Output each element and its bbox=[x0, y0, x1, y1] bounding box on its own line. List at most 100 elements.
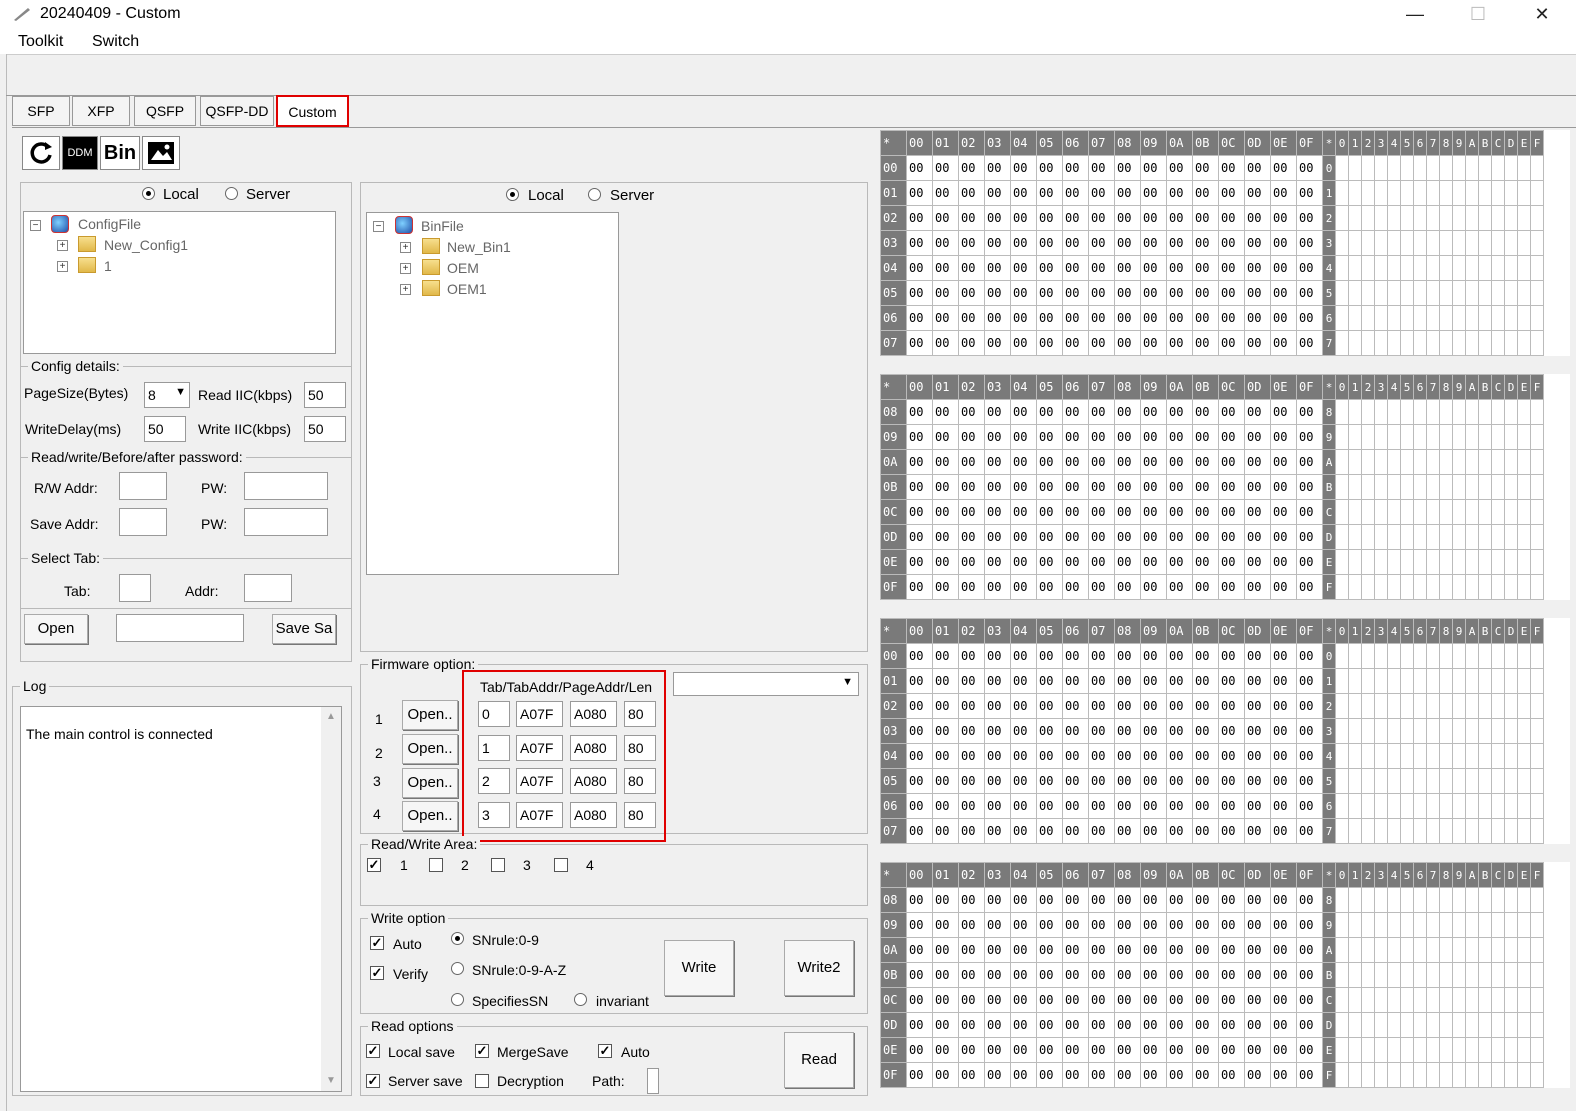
decryption-checkbox[interactable] bbox=[475, 1074, 489, 1088]
ascii-cell[interactable] bbox=[1530, 793, 1544, 819]
ascii-cell[interactable] bbox=[1478, 1037, 1492, 1063]
hex-cell[interactable]: 00 bbox=[1140, 1062, 1167, 1088]
tab-sfp[interactable]: SFP bbox=[12, 96, 70, 126]
ascii-cell[interactable] bbox=[1478, 1062, 1492, 1088]
scroll-up-icon[interactable]: ▲ bbox=[326, 711, 336, 722]
ascii-cell[interactable] bbox=[1491, 668, 1505, 694]
bin-root[interactable]: BinFile bbox=[421, 218, 464, 234]
hex-cell[interactable]: 00 bbox=[1166, 205, 1193, 231]
hex-cell[interactable]: 00 bbox=[1244, 230, 1271, 256]
hex-cell[interactable]: 00 bbox=[1244, 793, 1271, 819]
ascii-cell[interactable] bbox=[1335, 962, 1349, 988]
hex-cell[interactable]: 00 bbox=[984, 643, 1011, 669]
hex-cell[interactable]: 00 bbox=[1036, 424, 1063, 450]
ascii-cell[interactable] bbox=[1387, 205, 1401, 231]
ascii-cell[interactable] bbox=[1374, 912, 1388, 938]
ascii-cell[interactable] bbox=[1517, 668, 1531, 694]
hex-cell[interactable]: 00 bbox=[1166, 743, 1193, 769]
ascii-cell[interactable] bbox=[1387, 155, 1401, 181]
ascii-cell[interactable] bbox=[1465, 255, 1479, 281]
hex-cell[interactable]: 00 bbox=[1192, 743, 1219, 769]
ascii-cell[interactable] bbox=[1465, 549, 1479, 575]
ascii-cell[interactable] bbox=[1387, 818, 1401, 844]
ascii-cell[interactable] bbox=[1400, 693, 1414, 719]
hex-cell[interactable]: 00 bbox=[1270, 424, 1297, 450]
hex-cell[interactable]: 00 bbox=[1244, 280, 1271, 306]
hex-cell[interactable]: 00 bbox=[1166, 937, 1193, 963]
ascii-cell[interactable] bbox=[1400, 330, 1414, 356]
hex-cell[interactable]: 00 bbox=[1010, 449, 1037, 475]
ascii-cell[interactable] bbox=[1374, 180, 1388, 206]
area-3-checkbox[interactable] bbox=[491, 858, 505, 872]
ascii-cell[interactable] bbox=[1517, 987, 1531, 1013]
hex-cell[interactable]: 00 bbox=[932, 499, 959, 525]
hex-cell[interactable]: 00 bbox=[1270, 280, 1297, 306]
ascii-cell[interactable] bbox=[1465, 155, 1479, 181]
ascii-cell[interactable] bbox=[1426, 962, 1440, 988]
ascii-cell[interactable] bbox=[1400, 449, 1414, 475]
log-scrollbar[interactable]: ▲ ▼ bbox=[321, 707, 341, 1091]
ascii-cell[interactable] bbox=[1517, 524, 1531, 550]
ascii-cell[interactable] bbox=[1361, 155, 1375, 181]
hex-cell[interactable]: 00 bbox=[1218, 1037, 1245, 1063]
hex-cell[interactable]: 00 bbox=[1010, 399, 1037, 425]
hex-cell[interactable]: 00 bbox=[1166, 524, 1193, 550]
hex-cell[interactable]: 00 bbox=[1218, 887, 1245, 913]
ascii-cell[interactable] bbox=[1374, 793, 1388, 819]
ascii-cell[interactable] bbox=[1400, 793, 1414, 819]
ascii-cell[interactable] bbox=[1387, 987, 1401, 1013]
hex-cell[interactable]: 00 bbox=[1114, 962, 1141, 988]
save-addr-input[interactable] bbox=[119, 508, 167, 536]
hex-cell[interactable]: 00 bbox=[1244, 474, 1271, 500]
ascii-cell[interactable] bbox=[1374, 643, 1388, 669]
fw-len-input[interactable]: 80 bbox=[624, 735, 656, 761]
ascii-cell[interactable] bbox=[1413, 499, 1427, 525]
hex-cell[interactable]: 00 bbox=[958, 399, 985, 425]
ascii-cell[interactable] bbox=[1517, 793, 1531, 819]
hex-cell[interactable]: 00 bbox=[1192, 180, 1219, 206]
hex-cell[interactable]: 00 bbox=[906, 449, 933, 475]
hex-cell[interactable]: 00 bbox=[984, 549, 1011, 575]
ascii-cell[interactable] bbox=[1530, 693, 1544, 719]
hex-cell[interactable]: 00 bbox=[1192, 818, 1219, 844]
hex-cell[interactable]: 00 bbox=[1192, 1062, 1219, 1088]
ascii-cell[interactable] bbox=[1374, 549, 1388, 575]
ascii-cell[interactable] bbox=[1413, 280, 1427, 306]
hex-cell[interactable]: 00 bbox=[906, 768, 933, 794]
ascii-cell[interactable] bbox=[1400, 180, 1414, 206]
ascii-cell[interactable] bbox=[1387, 937, 1401, 963]
ascii-cell[interactable] bbox=[1348, 668, 1362, 694]
ascii-cell[interactable] bbox=[1335, 474, 1349, 500]
ascii-cell[interactable] bbox=[1478, 1012, 1492, 1038]
hex-cell[interactable]: 00 bbox=[984, 1012, 1011, 1038]
ascii-cell[interactable] bbox=[1374, 987, 1388, 1013]
hex-cell[interactable]: 00 bbox=[1010, 424, 1037, 450]
hex-cell[interactable]: 00 bbox=[1296, 1062, 1323, 1088]
hex-cell[interactable]: 00 bbox=[1218, 1012, 1245, 1038]
ascii-cell[interactable] bbox=[1517, 643, 1531, 669]
hex-cell[interactable]: 00 bbox=[958, 280, 985, 306]
ascii-cell[interactable] bbox=[1439, 549, 1453, 575]
ascii-cell[interactable] bbox=[1413, 718, 1427, 744]
ascii-cell[interactable] bbox=[1335, 524, 1349, 550]
hex-cell[interactable]: 00 bbox=[1036, 768, 1063, 794]
ascii-cell[interactable] bbox=[1348, 180, 1362, 206]
ascii-cell[interactable] bbox=[1491, 255, 1505, 281]
hex-cell[interactable]: 00 bbox=[1010, 499, 1037, 525]
ascii-cell[interactable] bbox=[1465, 987, 1479, 1013]
hex-cell[interactable]: 00 bbox=[1062, 743, 1089, 769]
ascii-cell[interactable] bbox=[1517, 230, 1531, 256]
hex-cell[interactable]: 00 bbox=[958, 1037, 985, 1063]
fw-tab-input[interactable]: 1 bbox=[478, 735, 510, 761]
ascii-cell[interactable] bbox=[1387, 693, 1401, 719]
hex-cell[interactable]: 00 bbox=[1062, 549, 1089, 575]
hex-cell[interactable]: 00 bbox=[984, 524, 1011, 550]
hex-cell[interactable]: 00 bbox=[932, 668, 959, 694]
hex-cell[interactable]: 00 bbox=[958, 768, 985, 794]
hex-cell[interactable]: 00 bbox=[958, 474, 985, 500]
hex-cell[interactable]: 00 bbox=[1036, 912, 1063, 938]
hex-cell[interactable]: 00 bbox=[1062, 205, 1089, 231]
firmware-select[interactable]: ▼ bbox=[673, 672, 859, 696]
ascii-cell[interactable] bbox=[1361, 474, 1375, 500]
ascii-cell[interactable] bbox=[1504, 180, 1518, 206]
